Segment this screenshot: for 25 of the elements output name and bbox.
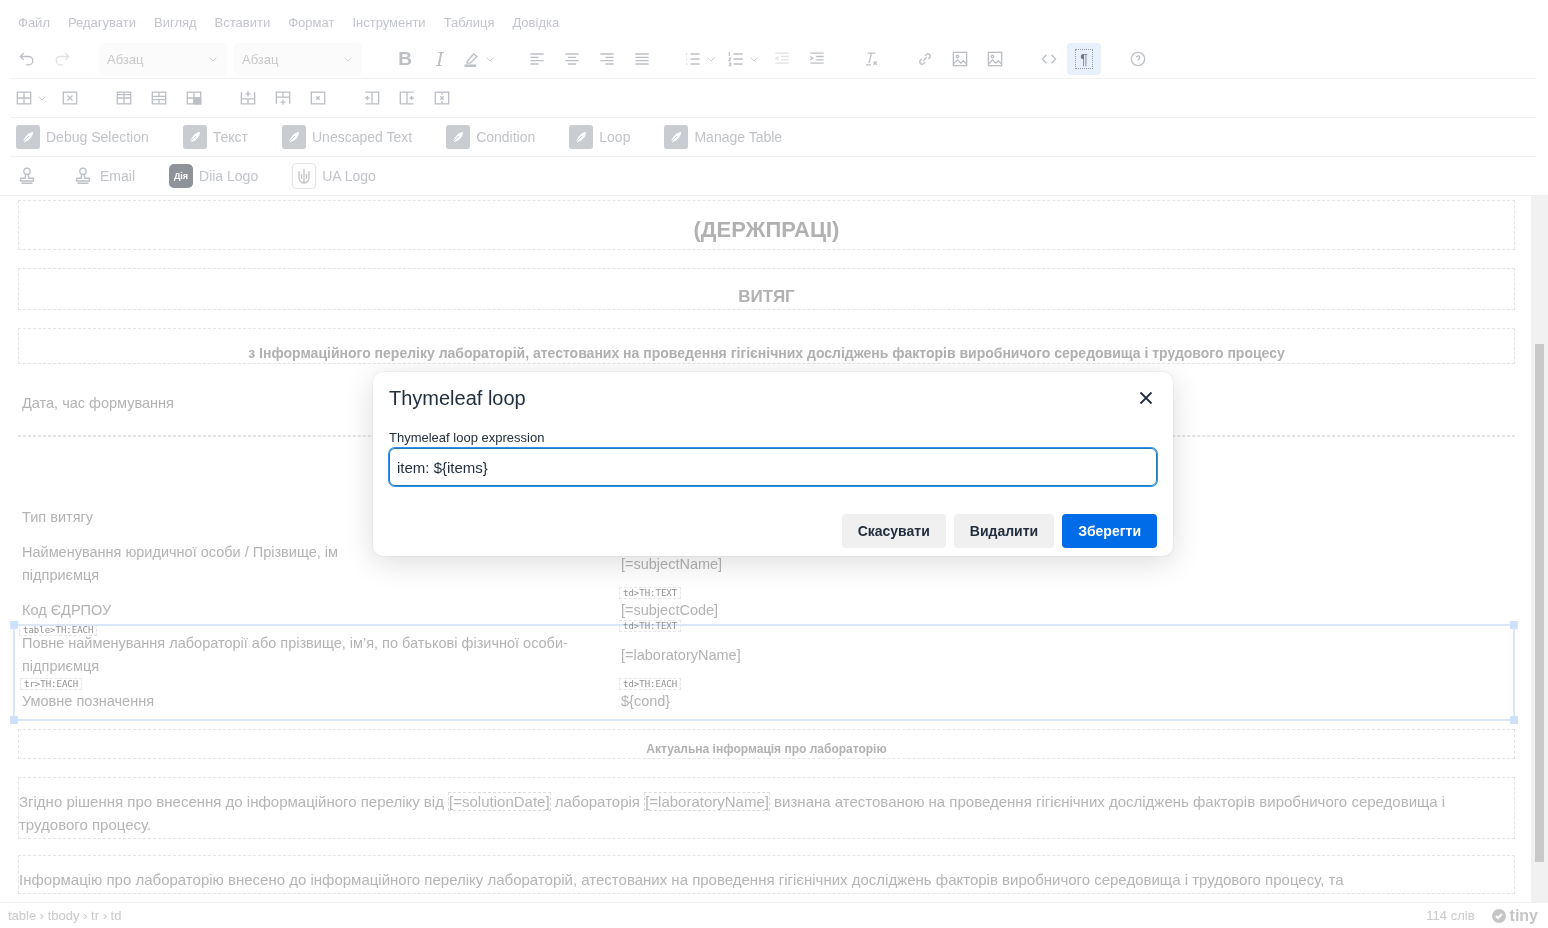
heading: з Інформаційного переліку лабораторій, атестованих на проведення гігієнічних досліджень факторів виробничого середовища і трудового процесу <box>18 328 1515 364</box>
heading: Актуальна інформація про лабораторію <box>18 729 1515 759</box>
block-tag: table>TH:EACH <box>19 624 98 636</box>
table-cell: Дата, час формування <box>22 395 174 411</box>
paragraph: Інформацію про лабораторію внесено до інформаційного переліку лабораторій, атестованих на проведення гігієнічних досліджень факторів виробничого середовища і трудового процесу, та <box>18 855 1515 894</box>
dialog-title: Thymeleaf loop <box>389 386 526 410</box>
logo-badge: Дія <box>169 164 193 188</box>
block-tag: td>TH:TEXT <box>619 620 682 632</box>
table-cell: Найменування юридичної особи / Прізвище, ім <box>22 544 338 560</box>
table-cell: ${cond} <box>621 693 671 709</box>
table-cell: підприємця <box>22 567 100 583</box>
block-tag: tr>TH:EACH <box>20 678 83 690</box>
heading: (ДЕРЖПРАЦІ) <box>18 200 1515 250</box>
field-label: Thymeleaf loop expression <box>389 430 545 445</box>
block-tag: td>TH:EACH <box>619 678 682 690</box>
table-cell: Умовне позначення <box>22 693 155 709</box>
table-cell: [=subjectCode] <box>621 602 719 618</box>
table-cell: [=subjectName] <box>621 555 723 572</box>
table-cell: Повне найменування лабораторії або прізвище, ім’я, по батькові фізичної особи-підприємця <box>22 635 568 674</box>
table-cell: Тип витягу <box>22 509 94 525</box>
heading: ВИТЯГ <box>18 268 1515 310</box>
table-cell: [=laboratoryName] <box>621 646 741 663</box>
block-tag: td>TH:TEXT <box>619 587 682 599</box>
table-cell: Код ЄДРПОУ <box>22 602 112 618</box>
paragraph: Згідно рішення про внесення до інформаційного переліку від [=solutionDate] лабораторія [=laboratoryName] визнана атестованою на проведення гігієнічних досліджень факторів виробничого середовища і трудового процесу. <box>18 777 1515 839</box>
